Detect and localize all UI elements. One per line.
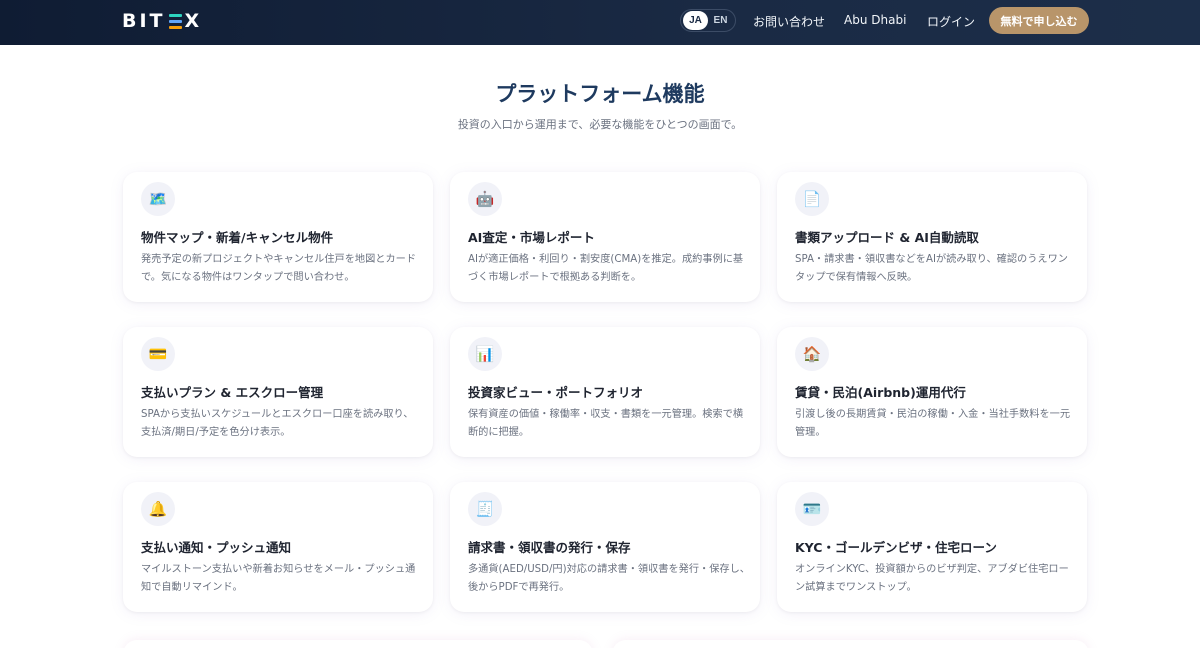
feature-description: SPAから支払いスケジュールとエスクロー口座を読み取り、支払済/期日/予定を色分… [141, 409, 414, 438]
bell-icon: 🔔 [141, 492, 175, 526]
feature-card: 🤖 AI査定・市場レポート AIが適正価格・利回り・割安度(CMA)を推定。成約… [450, 172, 760, 302]
lang-en-option[interactable]: EN [708, 11, 733, 30]
feature-card: 📄 書類アップロード & AI自動読取 SPA・請求書・領収書などをAIが読み取… [777, 172, 1087, 302]
top-navigation-bar: BIT X JA EN お問い合わせ Abu Dhabi ログイン 無料で申し込む [0, 0, 1200, 45]
language-switch: JA EN [680, 9, 736, 32]
feature-card: 🧾 請求書・領収書の発行・保存 多通貨(AED/USD/円)対応の請求書・領収書… [450, 482, 760, 612]
section-subtitle: 投資の入口から運用まで、必要な機能をひとつの画面で。 [457, 118, 743, 131]
feature-title: 書類アップロード & AI自動読取 [795, 230, 979, 245]
map-icon: 🗺️ [141, 182, 175, 216]
feature-title: 支払いプラン & エスクロー管理 [141, 385, 324, 400]
feature-card: 🗺️ 物件マップ・新着/キャンセル物件 発売予定の新プロジェクトやキャンセル住戸… [123, 172, 433, 302]
receipt-icon: 🧾 [468, 492, 502, 526]
feature-title: 請求書・領収書の発行・保存 [468, 540, 631, 555]
feature-description: SPA・請求書・領収書などをAIが読み取り、確認のうえワンタップで保有情報へ反映… [795, 254, 1068, 283]
feature-title: 投資家ビュー・ポートフォリオ [468, 385, 644, 400]
region-link[interactable]: Abu Dhabi [844, 13, 906, 27]
feature-description: 保有資産の価値・稼働率・収支・書類を一元管理。検索で横断的に把握。 [468, 409, 744, 438]
house-icon: 🏠 [795, 337, 829, 371]
feature-description: 発売予定の新プロジェクトやキャンセル住戸を地図とカードで。気になる物件はワンタッ… [141, 254, 417, 283]
feature-title: 賃貸・民泊(Airbnb)運用代行 [795, 385, 966, 400]
next-section-card-right [612, 640, 1089, 648]
ai-robot-icon: 🤖 [468, 182, 502, 216]
feature-description: 引渡し後の長期賃貸・民泊の稼働・入金・当社手数料を一元管理。 [795, 409, 1071, 438]
logo-e-mark-icon [168, 13, 183, 30]
bitex-logo[interactable]: BIT X [122, 10, 202, 32]
bar-chart-icon: 📊 [468, 337, 502, 371]
feature-description: マイルストーン支払いや新着お知らせをメール・プッシュ通知で自動リマインド。 [141, 564, 416, 593]
feature-card: 🪪 KYC・ゴールデンビザ・住宅ローン オンラインKYC、投資額からのビザ判定、… [777, 482, 1087, 612]
id-card-icon: 🪪 [795, 492, 829, 526]
feature-title: 物件マップ・新着/キャンセル物件 [141, 230, 334, 245]
login-link[interactable]: ログイン [927, 13, 975, 30]
feature-card: 💳 支払いプラン & エスクロー管理 SPAから支払いスケジュールとエスクロー口… [123, 327, 433, 457]
feature-title: 支払い通知・プッシュ通知 [141, 540, 292, 555]
next-section-card-left [123, 640, 593, 648]
document-icon: 📄 [795, 182, 829, 216]
lang-ja-option[interactable]: JA [683, 11, 708, 30]
feature-title: AI査定・市場レポート [468, 230, 595, 245]
feature-description: オンラインKYC、投資額からのビザ判定、アブダビ住宅ローン試算までワンストップ。 [795, 564, 1069, 593]
feature-description: 多通貨(AED/USD/円)対応の請求書・領収書を発行・保存し、後からPDFで再… [468, 564, 750, 593]
feature-card: 📊 投資家ビュー・ポートフォリオ 保有資産の価値・稼働率・収支・書類を一元管理。… [450, 327, 760, 457]
signup-button[interactable]: 無料で申し込む [989, 7, 1089, 34]
feature-card: 🏠 賃貸・民泊(Airbnb)運用代行 引渡し後の長期賃貸・民泊の稼働・入金・当… [777, 327, 1087, 457]
contact-link[interactable]: お問い合わせ [753, 13, 825, 30]
feature-card: 🔔 支払い通知・プッシュ通知 マイルストーン支払いや新着お知らせをメール・プッシ… [123, 482, 433, 612]
credit-card-icon: 💳 [141, 337, 175, 371]
feature-description: AIが適正価格・利回り・割安度(CMA)を推定。成約事例に基づく市場レポートで根… [468, 254, 744, 283]
section-title: プラットフォーム機能 [495, 82, 705, 106]
feature-title: KYC・ゴールデンビザ・住宅ローン [795, 540, 997, 555]
